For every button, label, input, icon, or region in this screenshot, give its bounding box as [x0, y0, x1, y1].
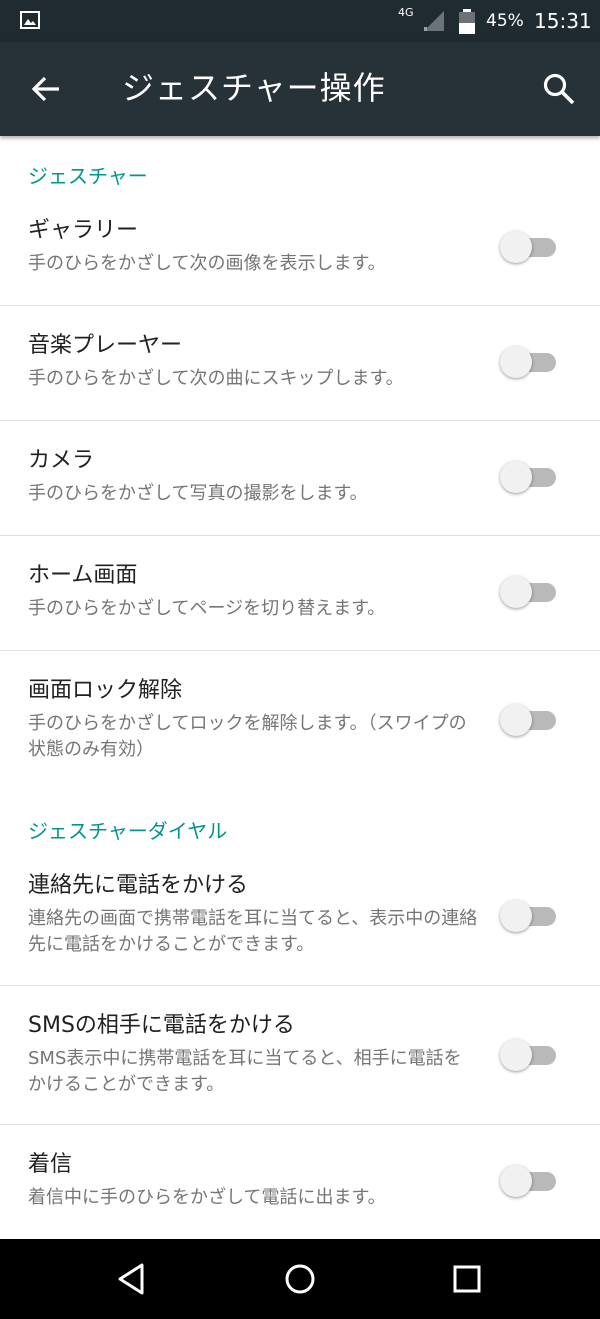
toggle-switch-call-contact[interactable]	[498, 898, 560, 934]
section-header-gesture: ジェスチャー	[28, 164, 148, 188]
home-circle-icon[interactable]	[280, 1259, 320, 1299]
setting-title: ギャラリー	[28, 218, 139, 243]
section-header-gesture-dial: ジェスチャーダイヤル	[28, 819, 228, 843]
setting-subtitle: 連絡先の画面で携帯電話を耳に当てると、表示中の連絡先に電話をかけることができます…	[28, 908, 478, 955]
setting-title: カメラ	[28, 448, 95, 473]
battery-percent: 45%	[486, 11, 524, 31]
switch-thumb	[500, 461, 532, 493]
setting-title: SMSの相手に電話をかける	[28, 1013, 295, 1038]
network-type-label: 4G	[398, 6, 414, 19]
toggle-switch-screen-unlock[interactable]	[498, 702, 560, 738]
setting-row-call-contact[interactable]: 連絡先に電話をかける 連絡先の画面で携帯電話を耳に当てると、表示中の連絡先に電話…	[0, 846, 600, 986]
image-notification-icon	[20, 11, 40, 29]
setting-subtitle: 手のひらをかざして次の曲にスキップします。	[28, 368, 404, 389]
setting-subtitle: 手のひらをかざして写真の撮影をします。	[28, 483, 368, 504]
switch-thumb	[500, 346, 532, 378]
toggle-switch-incoming-call[interactable]	[498, 1163, 560, 1199]
switch-thumb	[500, 900, 532, 932]
page-title: ジェスチャー操作	[122, 69, 386, 107]
switch-thumb	[500, 1039, 532, 1071]
toggle-switch-home-screen[interactable]	[498, 574, 560, 610]
recents-square-icon[interactable]	[446, 1259, 486, 1299]
switch-thumb	[500, 576, 532, 608]
app-bar: ジェスチャー操作	[0, 42, 600, 136]
setting-title: 音楽プレーヤー	[28, 333, 183, 358]
setting-row-gallery[interactable]: ギャラリー 手のひらをかざして次の画像を表示します。	[0, 191, 600, 306]
switch-thumb	[500, 704, 532, 736]
toggle-switch-camera[interactable]	[498, 459, 560, 495]
setting-row-home-screen[interactable]: ホーム画面 手のひらをかざしてページを切り替えます。	[0, 536, 600, 651]
setting-subtitle: 手のひらをかざしてページを切り替えます。	[28, 598, 386, 619]
setting-subtitle: SMS表示中に携帯電話を耳に当てると、相手に電話をかけることができます。	[28, 1048, 462, 1095]
navigation-bar	[0, 1239, 600, 1319]
back-arrow-icon[interactable]	[28, 70, 66, 108]
toggle-switch-call-sms-sender[interactable]	[498, 1037, 560, 1073]
search-icon[interactable]	[540, 70, 578, 108]
setting-subtitle: 手のひらをかざして次の画像を表示します。	[28, 253, 386, 274]
back-triangle-icon[interactable]	[112, 1259, 152, 1299]
signal-strength-icon	[424, 11, 444, 31]
setting-title: 着信	[28, 1152, 73, 1177]
switch-thumb	[500, 231, 532, 263]
setting-subtitle: 手のひらをかざしてロックを解除します。（スワイプの状態のみ有効）	[28, 713, 467, 760]
setting-row-incoming-call[interactable]: 着信 着信中に手のひらをかざして電話に出ます。	[0, 1125, 600, 1239]
setting-subtitle: 着信中に手のひらをかざして電話に出ます。	[28, 1187, 386, 1208]
setting-row-call-sms-sender[interactable]: SMSの相手に電話をかける SMS表示中に携帯電話を耳に当てると、相手に電話をか…	[0, 986, 600, 1125]
battery-icon	[459, 9, 475, 34]
clock: 15:31	[534, 9, 592, 33]
setting-row-camera[interactable]: カメラ 手のひらをかざして写真の撮影をします。	[0, 421, 600, 536]
setting-row-music-player[interactable]: 音楽プレーヤー 手のひらをかざして次の曲にスキップします。	[0, 306, 600, 421]
toggle-switch-gallery[interactable]	[498, 229, 560, 265]
switch-thumb	[500, 1165, 532, 1197]
setting-title: ホーム画面	[28, 563, 138, 588]
setting-title: 画面ロック解除	[28, 678, 183, 703]
toggle-switch-music-player[interactable]	[498, 344, 560, 380]
status-bar: 4G 45% 15:31	[0, 0, 600, 42]
setting-title: 連絡先に電話をかける	[28, 873, 249, 898]
setting-row-screen-unlock[interactable]: 画面ロック解除 手のひらをかざしてロックを解除します。（スワイプの状態のみ有効）	[0, 651, 600, 776]
